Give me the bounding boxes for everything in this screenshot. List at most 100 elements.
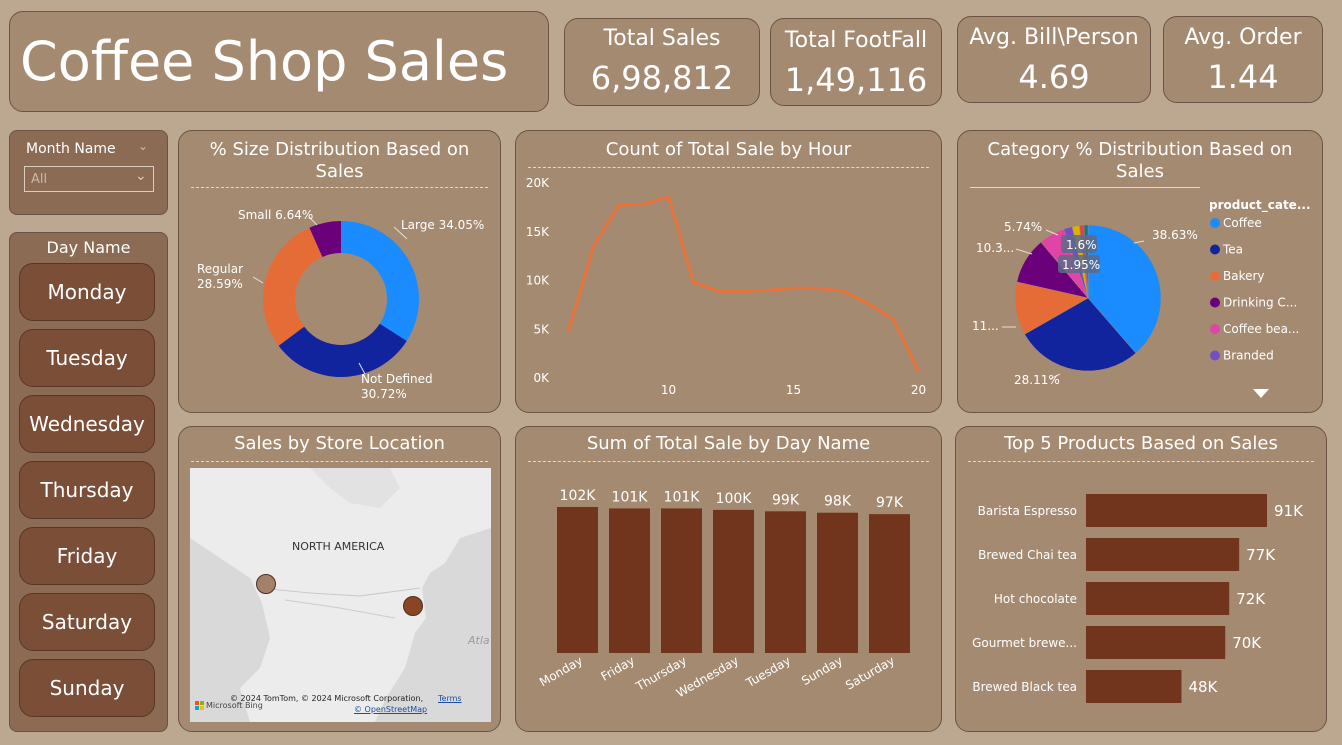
y-tick-label: 5K — [533, 322, 550, 336]
day-sales-panel: Sum of Total Sale by Day Name 102K Monday… — [515, 426, 942, 732]
legend-swatch — [1210, 350, 1220, 361]
map-region-label: NORTH AMERICA — [292, 540, 385, 553]
data-label: 11... — [972, 319, 999, 333]
y-tick-label: 10K — [526, 274, 550, 288]
data-label: 30.72% — [361, 387, 407, 401]
day-bar — [817, 512, 858, 653]
day-bar — [713, 509, 754, 653]
legend-swatch — [1210, 244, 1220, 255]
product-bar — [1086, 626, 1226, 659]
data-label: Regular — [197, 262, 243, 276]
day-slicer-label: Day Name — [46, 238, 131, 257]
store-location-panel: Sales by Store Location NORTH AMERICA At… — [178, 426, 501, 732]
bar-value-label: 97K — [876, 495, 904, 511]
store-marker-west[interactable] — [256, 574, 276, 594]
kpi-title: Avg. Bill\Person — [969, 25, 1139, 50]
kpi-avg-bill: Avg. Bill\Person 4.69 — [957, 16, 1151, 103]
product-bar — [1086, 670, 1182, 703]
leader-line — [1133, 240, 1145, 244]
leader-line — [252, 276, 264, 284]
data-label: 1.95% — [1062, 258, 1100, 272]
bar-value-label: 102K — [560, 488, 597, 504]
title-card: Coffee Shop Sales — [9, 11, 549, 112]
day-button-wednesday[interactable]: Wednesday — [19, 395, 155, 453]
day-button-sunday[interactable]: Sunday — [19, 659, 155, 717]
map-landmass — [190, 468, 491, 722]
legend-scroll-down-icon[interactable] — [1253, 389, 1269, 398]
store-marker-east[interactable] — [403, 596, 423, 616]
chevron-down-icon: ⌄ — [135, 168, 147, 184]
legend-swatch — [1210, 271, 1220, 281]
bar-value-label: 99K — [772, 492, 800, 508]
x-tick-label: 10 — [661, 383, 676, 397]
data-label: Large 34.05% — [401, 218, 484, 232]
day-button-monday[interactable]: Monday — [19, 263, 155, 321]
bar-value-label: 72K — [1236, 590, 1266, 608]
legend-item: Coffee — [1223, 216, 1262, 230]
y-tick-label: Hot chocolate — [994, 592, 1077, 606]
data-label: 1.6% — [1066, 238, 1097, 252]
day-bar-chart: 102KMonday101KFriday101KThursday100KWedn… — [537, 488, 910, 700]
y-tick-label: 20K — [526, 176, 550, 190]
month-dropdown[interactable]: All ⌄ — [24, 166, 154, 192]
windows-icon — [195, 701, 204, 710]
category-pie-chart: 38.63% 28.11% 11... 10.3... 5.74% 1.6% 1.95% pr… — [972, 198, 1311, 387]
kpi-total-footfall: Total FootFall 1,49,116 — [770, 18, 942, 106]
panel-title: Sales by Store Location — [234, 433, 445, 454]
day-button-saturday[interactable]: Saturday — [19, 593, 155, 651]
day-bar — [609, 508, 650, 653]
y-tick-label: Barista Espresso — [978, 504, 1077, 518]
page-title: Coffee Shop Sales — [20, 30, 509, 93]
bar-value-label: 101K — [612, 489, 649, 505]
bar-value-label: 77K — [1246, 546, 1276, 564]
kpi-value: 1,49,116 — [784, 61, 928, 99]
day-button-tuesday[interactable]: Tuesday — [19, 329, 155, 387]
bar-value-label: 48K — [1188, 678, 1218, 696]
day-slicer: Day Name Monday Tuesday Wednesday Thursd… — [9, 232, 168, 732]
bar-value-label: 98K — [824, 494, 852, 510]
month-slicer: Month Name ⌄ All ⌄ — [9, 130, 168, 215]
chevron-up-icon[interactable]: ⌄ — [138, 139, 148, 153]
kpi-total-sales: Total Sales 6,98,812 — [564, 18, 760, 106]
map-terms-link[interactable]: Terms — [438, 694, 462, 703]
product-bar — [1086, 582, 1230, 615]
sales-line — [567, 195, 920, 372]
bar-value-label: 100K — [716, 491, 753, 507]
day-button-thursday[interactable]: Thursday — [19, 461, 155, 519]
product-bar — [1086, 494, 1267, 527]
size-donut-chart: Large 34.05% Not Defined30.72% Regular28.5… — [197, 208, 484, 401]
kpi-title: Avg. Order — [1184, 25, 1302, 50]
month-dropdown-value: All — [31, 172, 48, 187]
x-tick-label: Monday — [537, 653, 585, 689]
size-distribution-panel: % Size Distribution Based on Sales Large… — [178, 130, 501, 413]
day-bar — [661, 508, 702, 653]
bar-value-label: 70K — [1232, 634, 1262, 652]
x-tick-label: Sunday — [799, 653, 845, 688]
map-ocean-label: Atla — [468, 634, 490, 647]
store-map[interactable]: NORTH AMERICA Atla © 2024 TomTom, © 2024… — [190, 468, 491, 722]
product-bar — [1086, 538, 1240, 571]
y-tick-label: Brewed Black tea — [972, 680, 1077, 694]
legend-item: Tea — [1222, 243, 1243, 257]
legend-item: Branded — [1223, 349, 1274, 363]
map-osm-link[interactable]: © OpenStreetMap — [354, 705, 427, 714]
leader-line — [1015, 248, 1033, 255]
legend-item: Bakery — [1223, 269, 1265, 283]
data-label: 38.63% — [1152, 228, 1198, 242]
donut-slice — [341, 221, 419, 342]
x-tick-label: 15 — [786, 383, 801, 397]
legend-title: product_cate... — [1209, 198, 1311, 213]
legend-item: Coffee bea... — [1223, 322, 1299, 336]
y-tick-label: 15K — [526, 225, 550, 239]
category-distribution-panel: Category % Distribution Based on Sales 3… — [957, 130, 1323, 413]
kpi-value: 4.69 — [1018, 58, 1090, 96]
kpi-value: 1.44 — [1207, 58, 1279, 96]
month-slicer-label: Month Name — [26, 141, 116, 157]
bar-value-label: 91K — [1274, 502, 1304, 520]
kpi-avg-order: Avg. Order 1.44 — [1163, 16, 1323, 103]
divider — [191, 461, 488, 462]
kpi-value: 6,98,812 — [590, 59, 734, 97]
data-label: 10.3... — [976, 241, 1014, 255]
x-tick-label: 20 — [911, 383, 926, 397]
day-button-friday[interactable]: Friday — [19, 527, 155, 585]
